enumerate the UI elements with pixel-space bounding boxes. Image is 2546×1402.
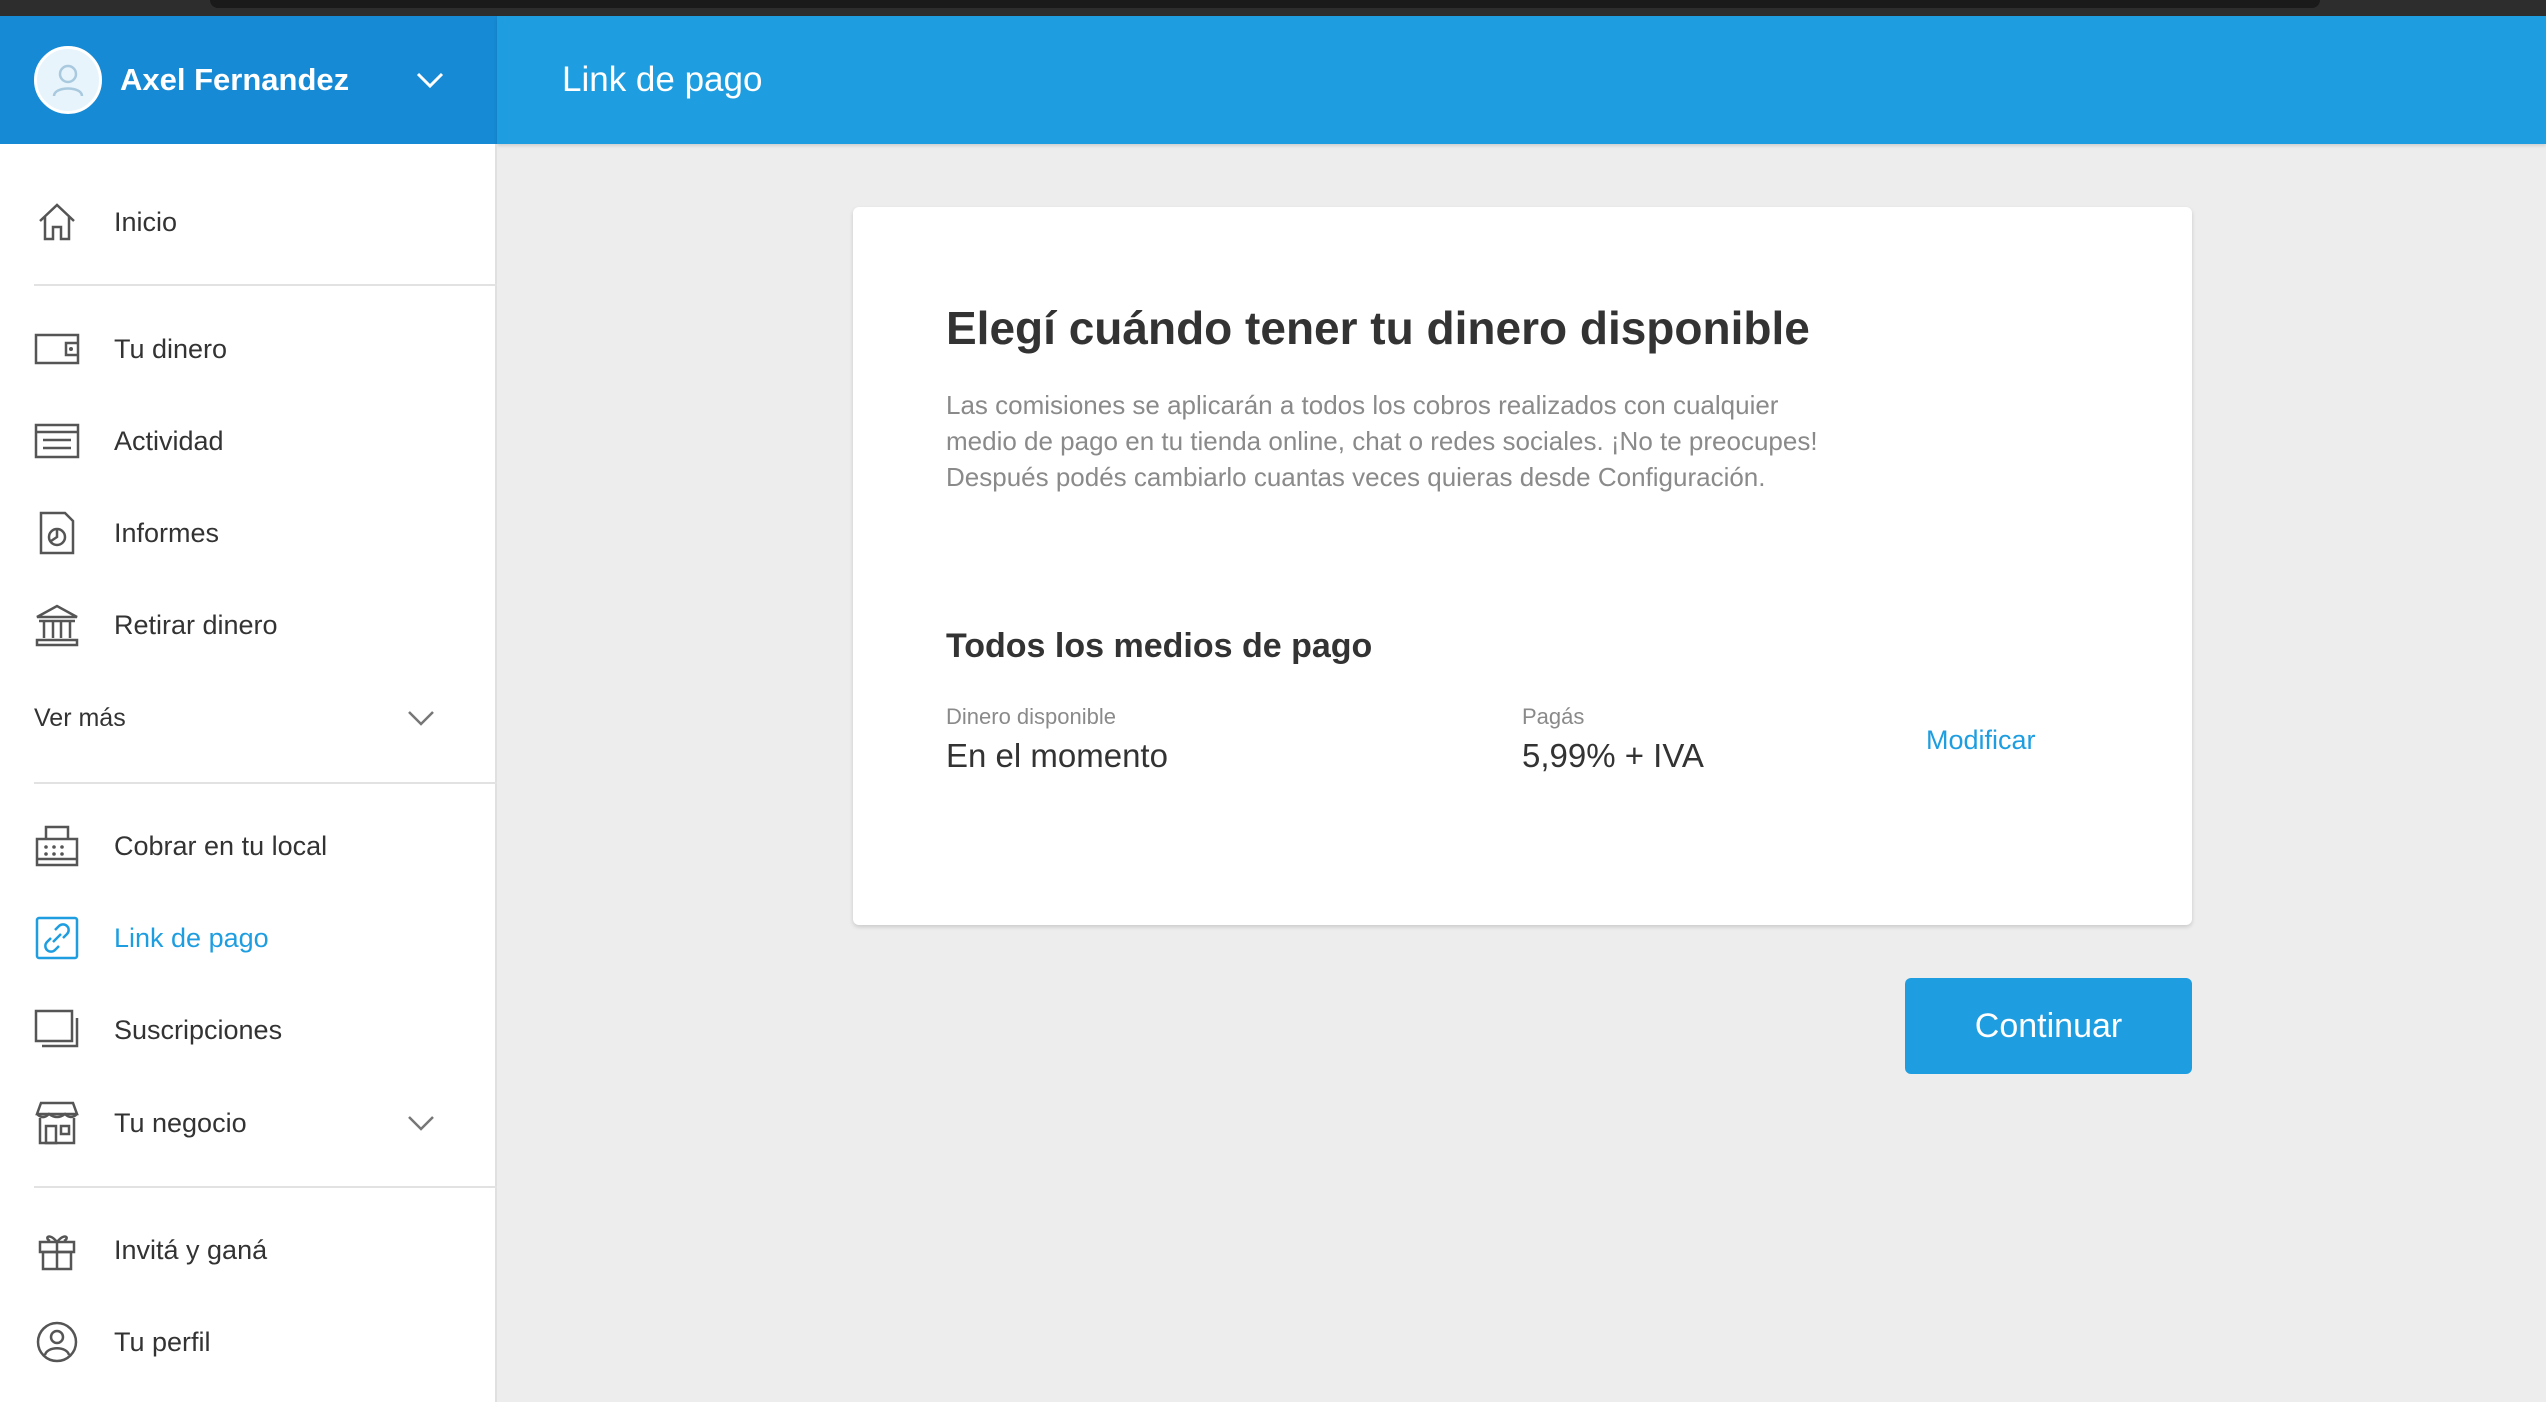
- sidebar-item-label: Tu perfil: [114, 1326, 211, 1357]
- chevron-down-icon[interactable]: [412, 62, 448, 98]
- link-icon: [34, 915, 80, 961]
- fee-value: 5,99% + IVA: [1522, 737, 1704, 774]
- wallet-icon: [34, 326, 80, 372]
- list-icon: [34, 418, 80, 464]
- sidebar-item-tu-dinero[interactable]: Tu dinero: [0, 309, 497, 389]
- sidebar-item-label: Invitá y ganá: [114, 1234, 268, 1265]
- sidebar-item-retirar-dinero[interactable]: Retirar dinero: [0, 585, 497, 665]
- report-icon: [34, 510, 80, 556]
- continue-button[interactable]: Continuar: [1905, 978, 2192, 1074]
- sidebar-item-label: Retirar dinero: [114, 609, 278, 640]
- chevron-down-icon: [408, 711, 434, 726]
- store-icon: [34, 1100, 80, 1146]
- sidebar-item-label: Suscripciones: [114, 1014, 283, 1045]
- sidebar-item-tu-perfil[interactable]: Tu perfil: [0, 1302, 497, 1382]
- chevron-down-icon: [408, 1116, 434, 1131]
- divider: [34, 782, 497, 784]
- fee-label: Pagás: [1522, 704, 1585, 729]
- home-icon: [34, 199, 80, 245]
- gift-icon: [34, 1227, 80, 1273]
- subscriptions-icon: [34, 1007, 80, 1053]
- sidebar: Inicio Tu dinero Actividad Informes Reti…: [0, 144, 497, 1402]
- sidebar-item-label: Tu negocio: [114, 1107, 247, 1138]
- modify-link[interactable]: Modificar: [1926, 725, 2036, 756]
- sidebar-item-inicio[interactable]: Inicio: [0, 182, 497, 262]
- ver-mas-label: Ver más: [34, 703, 126, 732]
- sidebar-item-cobrar-en-tu-local[interactable]: Cobrar en tu local: [0, 806, 497, 886]
- sidebar-item-label: Actividad: [114, 425, 224, 456]
- sidebar-item-tu-negocio[interactable]: Tu negocio: [0, 1083, 497, 1163]
- availability-card: Elegí cuándo tener tu dinero disponible …: [853, 207, 2192, 925]
- divider: [34, 284, 497, 286]
- user-menu[interactable]: Axel Fernandez: [0, 16, 497, 144]
- bank-icon: [34, 602, 80, 648]
- top-header: Link de pago: [497, 16, 2546, 144]
- sidebar-item-invita-y-gana[interactable]: Invitá y ganá: [0, 1210, 497, 1290]
- sidebar-item-actividad[interactable]: Actividad: [0, 401, 497, 481]
- sidebar-item-label: Inicio: [114, 206, 178, 237]
- sidebar-item-label: Link de pago: [114, 922, 269, 953]
- availability-label: Dinero disponible: [946, 704, 1116, 729]
- sidebar-item-suscripciones[interactable]: Suscripciones: [0, 990, 497, 1070]
- window-top-strip: [0, 0, 2546, 16]
- register-icon: [34, 823, 80, 869]
- availability-value: En el momento: [946, 737, 1168, 774]
- user-name: Axel Fernandez: [120, 62, 350, 97]
- sidebar-item-label: Cobrar en tu local: [114, 830, 328, 861]
- sidebar-item-label: Tu dinero: [114, 333, 228, 364]
- profile-icon: [34, 1319, 80, 1365]
- sidebar-ver-mas[interactable]: Ver más: [0, 678, 497, 758]
- user-avatar-icon: [34, 46, 102, 114]
- sidebar-item-informes[interactable]: Informes: [0, 493, 497, 573]
- browser-chrome-bar: [210, 0, 2320, 8]
- sidebar-item-label: Informes: [114, 517, 220, 548]
- divider: [34, 1186, 497, 1188]
- card-title: Elegí cuándo tener tu dinero disponible: [946, 302, 1810, 354]
- sidebar-item-link-de-pago[interactable]: Link de pago: [0, 898, 497, 978]
- card-subtitle: Todos los medios de pago: [946, 627, 1373, 665]
- card-description: Las comisiones se aplicarán a todos los …: [946, 390, 1818, 492]
- page-title: Link de pago: [562, 60, 763, 99]
